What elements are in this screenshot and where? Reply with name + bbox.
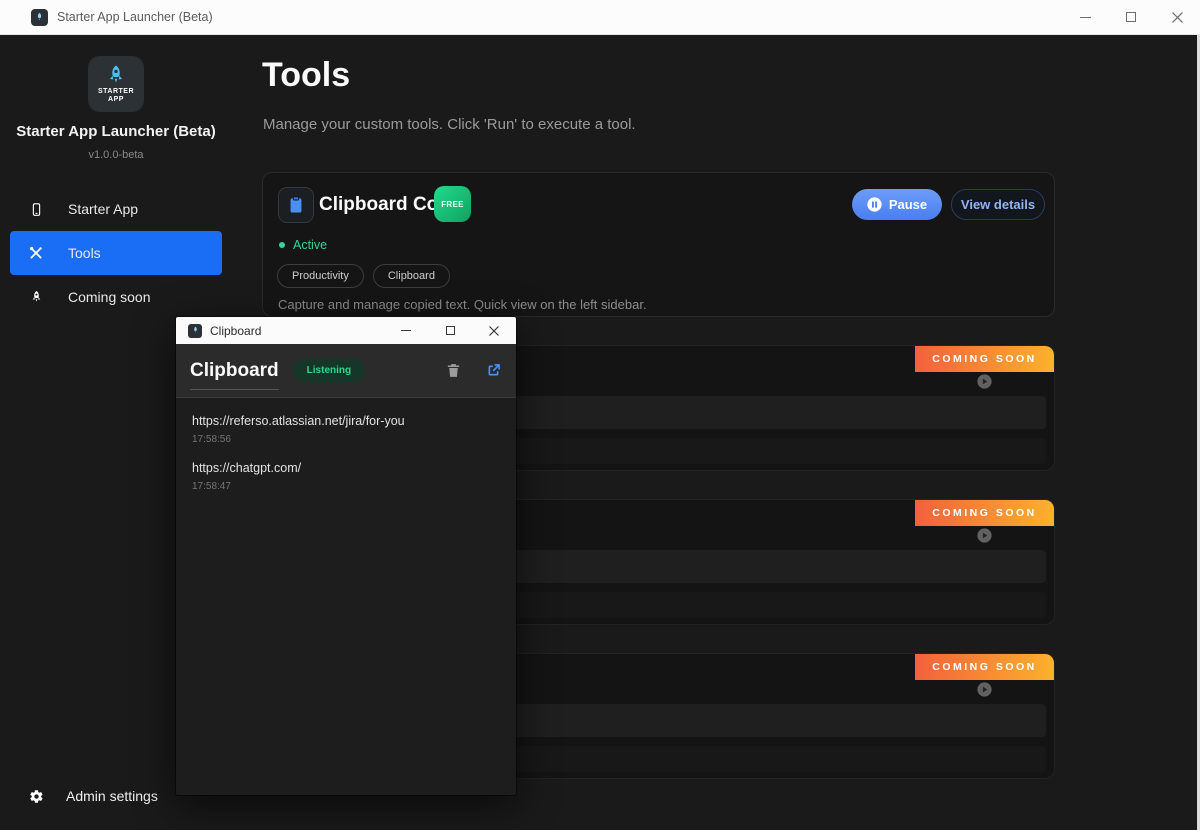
minimize-button[interactable] xyxy=(1062,0,1108,34)
phone-icon xyxy=(28,201,44,217)
app-logo-icon xyxy=(188,324,202,338)
close-icon xyxy=(1172,12,1183,23)
status-label: Active xyxy=(293,238,327,252)
tag-clipboard: Clipboard xyxy=(373,264,450,288)
app-logo: STARTER APP xyxy=(88,56,144,112)
sidebar-item-tools[interactable]: Tools xyxy=(10,231,222,275)
admin-settings-label: Admin settings xyxy=(66,788,158,804)
clipboard-item[interactable]: https://chatgpt.com/ 17:58:47 xyxy=(192,460,500,492)
tool-icon-box xyxy=(278,187,314,223)
play-circle-icon[interactable] xyxy=(975,680,994,699)
app-window: Starter App Launcher (Beta) xyxy=(0,0,1200,830)
sidebar-item-label: Coming soon xyxy=(68,289,151,305)
external-link-icon[interactable] xyxy=(485,362,502,379)
sidebar-app-name: Starter App Launcher (Beta) xyxy=(0,123,232,140)
clipboard-header: Clipboard Listening xyxy=(176,344,516,398)
window-controls xyxy=(1062,0,1200,34)
logo-text-line2: APP xyxy=(108,96,124,104)
free-badge: FREE xyxy=(434,186,471,222)
tool-status: Active xyxy=(279,238,327,252)
clipboard-list: https://referso.atlassian.net/jira/for-y… xyxy=(176,398,516,522)
close-button[interactable] xyxy=(472,317,516,344)
main-titlebar: Starter App Launcher (Beta) xyxy=(0,0,1200,35)
coming-soon-ribbon: COMING SOON xyxy=(915,346,1054,372)
trash-icon[interactable] xyxy=(445,362,462,379)
maximize-icon xyxy=(446,326,455,335)
sidebar-item-label: Starter App xyxy=(68,201,138,217)
play-circle-icon[interactable] xyxy=(975,526,994,545)
sidebar-version: v1.0.0-beta xyxy=(0,149,232,161)
close-button[interactable] xyxy=(1154,0,1200,34)
rocket-icon xyxy=(34,12,45,23)
clipboard-window-title: Clipboard xyxy=(210,324,261,338)
page-subtitle: Manage your custom tools. Click 'Run' to… xyxy=(263,116,636,133)
minimize-button[interactable] xyxy=(384,317,428,344)
clipboard-item-text: https://referso.atlassian.net/jira/for-y… xyxy=(192,413,500,429)
clipboard-item-time: 17:58:47 xyxy=(192,481,500,492)
clipboard-actions xyxy=(445,362,502,379)
coming-soon-ribbon: COMING SOON xyxy=(915,654,1054,680)
maximize-icon xyxy=(1126,12,1136,22)
maximize-button[interactable] xyxy=(1108,0,1154,34)
app-logo-icon xyxy=(31,9,48,26)
rocket-icon xyxy=(104,64,128,88)
tool-tags: Productivity Clipboard xyxy=(277,264,450,288)
clipboard-icon xyxy=(286,195,306,215)
clipboard-window: Clipboard Clipboard Listening xyxy=(176,317,516,795)
clipboard-heading: Clipboard xyxy=(190,360,279,382)
listening-badge: Listening xyxy=(293,359,365,382)
coming-soon-ribbon: COMING SOON xyxy=(915,500,1054,526)
gear-icon xyxy=(28,788,44,804)
page-title: Tools xyxy=(262,56,350,95)
pause-icon xyxy=(867,197,882,212)
window-title: Starter App Launcher (Beta) xyxy=(57,10,213,24)
minimize-icon xyxy=(401,330,411,331)
sidebar-item-coming-soon[interactable]: Coming soon xyxy=(10,278,222,316)
tool-description: Capture and manage copied text. Quick vi… xyxy=(278,297,647,312)
tool-card-clipboard-copy: Clipboard Copy FREE Pause View details A… xyxy=(262,172,1055,317)
rocket-icon xyxy=(191,326,200,335)
sidebar-item-starter-app[interactable]: Starter App xyxy=(10,190,222,228)
rocket-icon xyxy=(28,289,44,305)
close-icon xyxy=(489,326,499,336)
play-circle-icon[interactable] xyxy=(975,372,994,391)
pause-button[interactable]: Pause xyxy=(852,189,942,220)
pause-label: Pause xyxy=(889,197,927,212)
clipboard-titlebar: Clipboard xyxy=(176,317,516,344)
view-details-label: View details xyxy=(961,197,1035,212)
maximize-button[interactable] xyxy=(428,317,472,344)
sidebar-item-label: Tools xyxy=(68,245,101,261)
minimize-icon xyxy=(1080,17,1091,18)
tag-productivity: Productivity xyxy=(277,264,364,288)
clipboard-window-controls xyxy=(384,317,516,344)
status-dot-icon xyxy=(279,242,285,248)
clipboard-item-text: https://chatgpt.com/ xyxy=(192,460,500,476)
clipboard-item[interactable]: https://referso.atlassian.net/jira/for-y… xyxy=(192,413,500,445)
view-details-button[interactable]: View details xyxy=(951,189,1045,220)
tools-icon xyxy=(28,245,44,261)
clipboard-item-time: 17:58:56 xyxy=(192,434,500,445)
sidebar-nav: Starter App Tools xyxy=(0,187,232,319)
logo-text-line1: STARTER xyxy=(98,88,134,96)
